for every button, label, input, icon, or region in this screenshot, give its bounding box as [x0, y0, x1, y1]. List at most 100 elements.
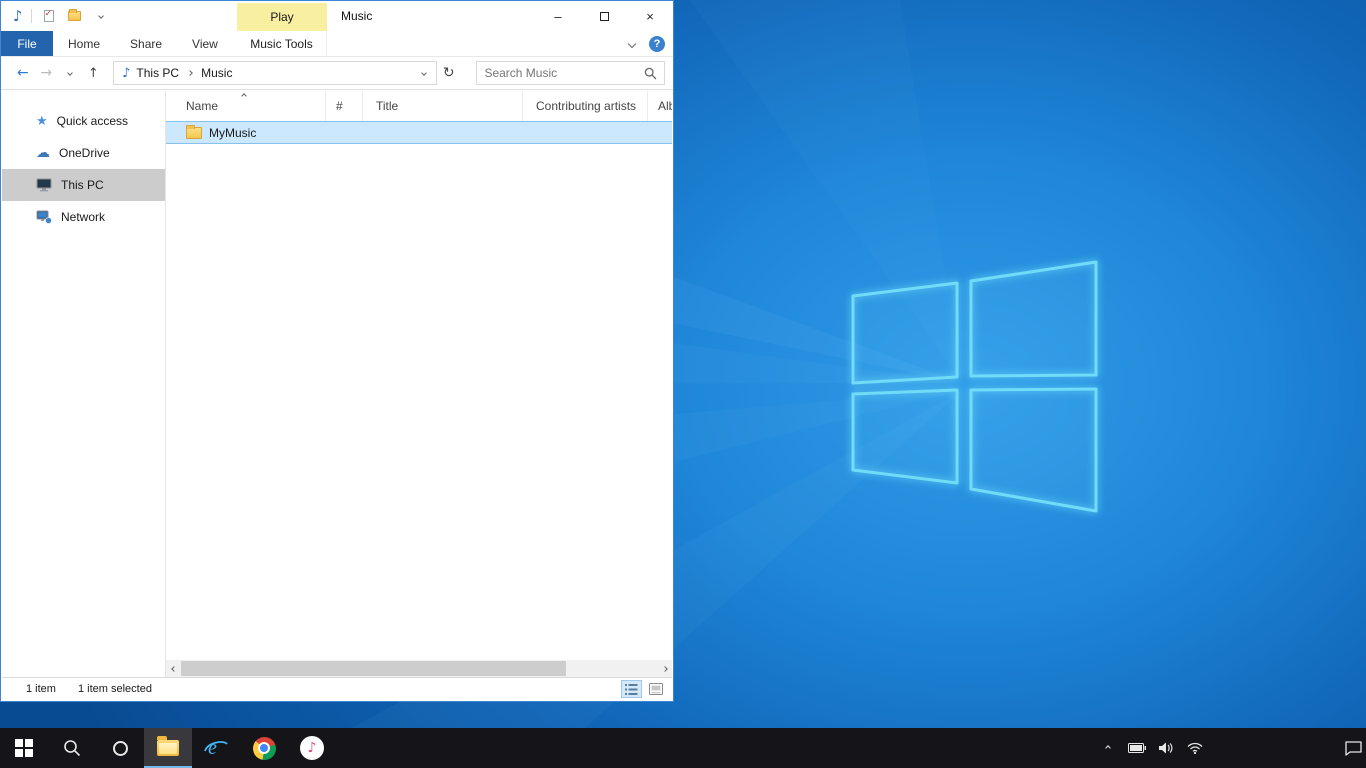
- show-hidden-icons-button[interactable]: [1095, 728, 1121, 768]
- maximize-icon: [600, 12, 609, 21]
- file-row-mymusic[interactable]: MyMusic: [166, 121, 672, 144]
- minimize-button[interactable]: –: [535, 1, 581, 31]
- ribbon-tabs: File Home Share View Music Tools ?: [1, 31, 673, 57]
- sidebar-item-label: OneDrive: [59, 146, 110, 160]
- item-count: 1 item: [26, 683, 56, 695]
- sidebar-item-this-pc[interactable]: This PC: [2, 169, 165, 201]
- sidebar-item-quick-access[interactable]: ★ Quick access: [2, 105, 165, 137]
- chevron-down-icon: [98, 13, 104, 19]
- system-tray: [1095, 728, 1366, 768]
- close-button[interactable]: ×: [627, 1, 673, 31]
- address-input[interactable]: ♪ This PC Music: [113, 61, 437, 85]
- internet-explorer-icon: e: [203, 735, 229, 761]
- status-bar: 1 item 1 item selected: [2, 677, 672, 700]
- scroll-right-button[interactable]: [657, 660, 672, 677]
- search-input[interactable]: [484, 66, 644, 80]
- maximize-button[interactable]: [581, 1, 627, 31]
- screen: ♪ Play Music – × File Home Share View Mu…: [0, 0, 1366, 768]
- back-button[interactable]: ←: [11, 65, 35, 81]
- column-header-contributing-artists[interactable]: Contributing artists: [523, 91, 648, 121]
- new-folder-button[interactable]: [66, 6, 84, 26]
- taskbar-internet-explorer-button[interactable]: e: [192, 728, 240, 768]
- wifi-icon: [1187, 742, 1203, 754]
- network-icon: [36, 210, 52, 224]
- tab-share[interactable]: Share: [115, 31, 177, 56]
- window-controls: – ×: [535, 1, 673, 31]
- contextual-group-music-tools: Music Tools: [237, 31, 327, 56]
- tab-home[interactable]: Home: [53, 31, 115, 56]
- taskbar-search-button[interactable]: [48, 728, 96, 768]
- file-explorer-icon: [157, 740, 179, 756]
- customize-qat-button[interactable]: [92, 6, 110, 26]
- music-app-icon: ♪: [300, 736, 324, 760]
- tab-file[interactable]: File: [1, 31, 53, 56]
- app-music-note-icon: ♪: [13, 7, 23, 25]
- chevron-right-icon: [662, 666, 668, 672]
- volume-tray-icon[interactable]: [1153, 728, 1179, 768]
- ribbon-right-controls: ?: [629, 31, 665, 56]
- chrome-icon: [253, 737, 276, 760]
- sidebar-item-onedrive[interactable]: ☁ OneDrive: [2, 137, 165, 169]
- speaker-icon: [1158, 741, 1174, 755]
- details-view-button[interactable]: [621, 680, 642, 698]
- forward-button[interactable]: →: [35, 65, 59, 81]
- window-body: ★ Quick access ☁ OneDrive This PC: [2, 91, 672, 677]
- window-title: Music: [341, 1, 372, 31]
- start-button[interactable]: [0, 728, 48, 768]
- breadcrumb-music-icon: ♪: [122, 66, 130, 81]
- taskbar: e ♪: [0, 728, 1366, 768]
- tab-view[interactable]: View: [177, 31, 233, 56]
- scrollbar-thumb[interactable]: [181, 661, 566, 676]
- address-dropdown-button[interactable]: [421, 70, 427, 76]
- taskbar-music-app-button[interactable]: ♪: [288, 728, 336, 768]
- refresh-button[interactable]: ↻: [437, 61, 461, 85]
- star-icon: ★: [36, 114, 48, 129]
- horizontal-scrollbar[interactable]: [166, 660, 672, 677]
- windows-logo-icon: [853, 262, 1096, 511]
- cortana-button[interactable]: [96, 728, 144, 768]
- chevron-left-icon: [171, 666, 177, 672]
- title-bar: ♪ Play Music – ×: [1, 1, 673, 31]
- file-name: MyMusic: [209, 126, 256, 140]
- chevron-up-icon: [1105, 745, 1111, 751]
- breadcrumb-separator-icon: [187, 70, 193, 76]
- folder-icon: [68, 11, 81, 21]
- search-icon: [644, 67, 657, 80]
- network-tray-icon[interactable]: [1182, 728, 1208, 768]
- scroll-left-button[interactable]: [166, 660, 181, 677]
- divider: [31, 9, 32, 23]
- breadcrumb-music[interactable]: Music: [199, 66, 234, 80]
- properties-button[interactable]: [40, 6, 58, 26]
- thumbnails-view-button[interactable]: [645, 680, 666, 698]
- breadcrumb-this-pc[interactable]: This PC: [134, 66, 181, 80]
- up-button[interactable]: ↑: [82, 66, 106, 81]
- help-button[interactable]: ?: [649, 36, 665, 52]
- details-view-icon: [625, 684, 638, 695]
- column-header-title[interactable]: Title: [363, 91, 523, 121]
- cortana-icon: [113, 741, 128, 756]
- search-box: [476, 61, 665, 85]
- battery-icon: [1128, 743, 1146, 753]
- sidebar-item-network[interactable]: Network: [2, 201, 165, 233]
- svg-text:e: e: [208, 737, 217, 759]
- properties-icon: [44, 10, 54, 22]
- expand-ribbon-button[interactable]: [628, 39, 636, 47]
- selection-count: 1 item selected: [78, 683, 152, 695]
- chevron-down-icon: [67, 70, 73, 76]
- recent-locations-button[interactable]: [58, 71, 82, 75]
- tab-play[interactable]: Play: [237, 3, 327, 31]
- battery-tray-icon[interactable]: [1124, 728, 1150, 768]
- column-headers: Name # Title Contributing artists Alb: [166, 91, 672, 121]
- column-header-album[interactable]: Alb: [648, 91, 672, 121]
- computer-icon: [36, 178, 52, 192]
- column-header-number[interactable]: #: [326, 91, 363, 121]
- address-bar: ← → ↑ ♪ This PC Music ↻: [1, 57, 673, 90]
- taskbar-chrome-button[interactable]: [240, 728, 288, 768]
- cloud-icon: ☁: [36, 145, 50, 161]
- action-center-button[interactable]: [1340, 728, 1366, 768]
- action-center-icon: [1345, 741, 1362, 756]
- navigation-pane: ★ Quick access ☁ OneDrive This PC: [2, 91, 166, 677]
- file-list-pane: Name # Title Contributing artists Alb My…: [166, 91, 672, 677]
- taskbar-file-explorer-button[interactable]: [144, 728, 192, 768]
- explorer-window: ♪ Play Music – × File Home Share View Mu…: [0, 0, 674, 702]
